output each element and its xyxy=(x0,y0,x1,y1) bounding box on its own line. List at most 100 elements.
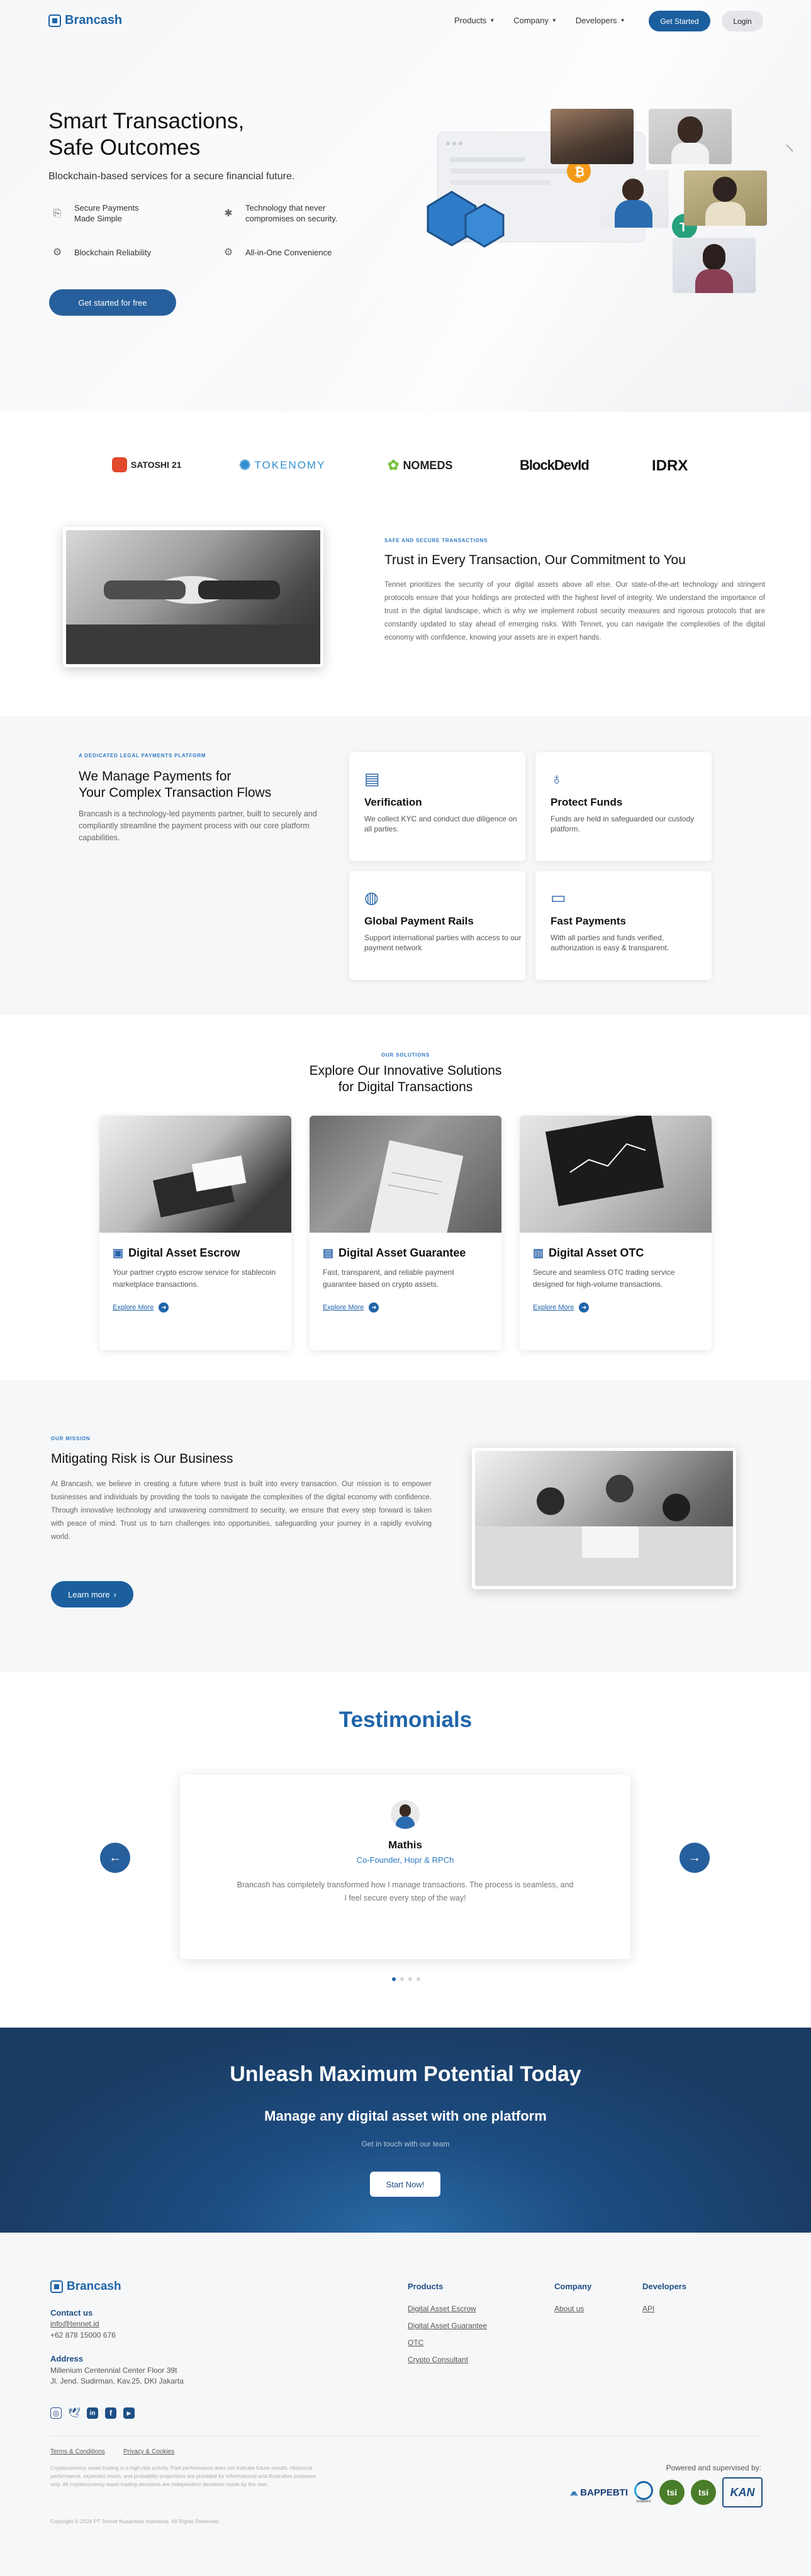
terms-link[interactable]: Terms & Conditions xyxy=(50,2448,105,2455)
partner-logo-idrx: IDRX xyxy=(652,457,688,475)
guarantee-photo xyxy=(310,1116,501,1233)
solutions-title-line2: for Digital Transactions xyxy=(338,1080,473,1094)
feature-line: All-in-One Convenience xyxy=(245,247,332,257)
badge-label: KAN xyxy=(730,2485,755,2499)
learn-more-label: Learn more xyxy=(68,1589,110,1599)
carousel-dot-active[interactable] xyxy=(392,1977,396,1981)
twitter-icon[interactable]: 🕊 xyxy=(68,2407,81,2419)
mission-title: Mitigating Risk is Our Business xyxy=(51,1452,233,1466)
escrow-icon: ▣ xyxy=(113,1246,124,1259)
card-desc: With all parties and funds verified, aut… xyxy=(551,933,669,952)
solution-title: Digital Asset Guarantee xyxy=(338,1246,466,1259)
login-button[interactable]: Login xyxy=(722,11,763,31)
user-photo xyxy=(684,170,767,226)
chevron-down-icon: ▼ xyxy=(620,18,625,23)
feature-card-protect-funds: ♁ Protect Funds Funds are held in safegu… xyxy=(535,752,712,861)
card-desc: Support international parties with acces… xyxy=(364,933,522,952)
get-started-button[interactable]: Get Started xyxy=(649,11,710,31)
shield-gear-icon: ✱ xyxy=(224,208,233,219)
testimonial-quote: Brancash has completely transformed how … xyxy=(237,1880,574,1902)
prev-testimonial-button[interactable]: ← xyxy=(100,1843,130,1873)
carousel-dot[interactable] xyxy=(400,1977,404,1981)
hero-subtitle: Blockchain-based services for a secure f… xyxy=(48,171,295,182)
footer-phone: +62 878 15000 676 xyxy=(50,2331,116,2340)
user-photo xyxy=(649,109,732,164)
main-nav: Products ▼ Company ▼ Developers ▼ xyxy=(454,16,625,25)
nav-products-label: Products xyxy=(454,16,487,25)
kominfo-logo: KOMINFO xyxy=(634,2481,653,2504)
cta-small-text: Get in touch with our team xyxy=(361,2140,450,2148)
card-title: Global Payment Rails xyxy=(364,915,474,927)
footer-link-guarantee[interactable]: Digital Asset Guarantee xyxy=(408,2321,487,2330)
guarantee-icon: ▤ xyxy=(323,1246,334,1259)
brand-logo-icon xyxy=(50,2280,63,2293)
footer-brand-logo[interactable]: Brancash xyxy=(50,2280,121,2294)
explore-more-label: Explore More xyxy=(533,1304,574,1311)
feature-card-fast-payments: ▭ Fast Payments With all parties and fun… xyxy=(535,871,712,980)
supervised-label: Powered and supervised by: xyxy=(666,2463,761,2472)
otc-photo-illustration xyxy=(545,1116,664,1206)
footer-link-escrow[interactable]: Digital Asset Escrow xyxy=(408,2304,476,2313)
chevron-right-icon: › xyxy=(113,1589,116,1599)
carousel-dot[interactable] xyxy=(417,1977,420,1981)
partner-logo-blockdevid: BlockDevId xyxy=(520,457,590,474)
bappebti-icon: ⩕ xyxy=(570,2487,578,2498)
otc-photo xyxy=(520,1116,712,1233)
badge-label: tsi xyxy=(666,2487,678,2497)
solution-card-otc: ▥ Digital Asset OTC Secure and seamless O… xyxy=(520,1116,712,1350)
privacy-link[interactable]: Privacy & Cookies xyxy=(123,2448,174,2455)
learn-more-button[interactable]: Learn more › xyxy=(51,1581,133,1607)
nav-developers[interactable]: Developers ▼ xyxy=(576,16,625,25)
testimonial-name: Mathis xyxy=(388,1839,422,1851)
hero-title-line2: Safe Outcomes xyxy=(48,135,201,160)
user-photo xyxy=(601,170,669,228)
mission-body: At Brancash, we believe in creating a fu… xyxy=(51,1480,432,1541)
card-title: Protect Funds xyxy=(551,796,623,808)
hero-cta-button[interactable]: Get started for free xyxy=(49,289,176,316)
footer-address-line2: Jl. Jend. Sudirman, Kav.25, DKI Jakarta xyxy=(50,2377,184,2385)
verification-icon: ▤ xyxy=(364,769,380,788)
solution-desc: Your partner crypto escrow service for s… xyxy=(113,1268,276,1289)
explore-more-label: Explore More xyxy=(113,1304,154,1311)
solution-title: Digital Asset OTC xyxy=(549,1246,644,1259)
card-desc: Funds are held in safeguarded our custod… xyxy=(551,814,695,833)
nomeds-icon: ✿ xyxy=(388,457,400,473)
badge-label: tsi xyxy=(698,2487,709,2497)
next-testimonial-button[interactable]: → xyxy=(680,1843,710,1873)
solutions-eyebrow: OUR SOLUTIONS xyxy=(381,1052,430,1058)
hero-feature: ⚙ All-in-One Convenience xyxy=(220,244,332,260)
carousel-dot[interactable] xyxy=(408,1977,412,1981)
hero-feature: ⎘ Secure Payments Made Simple xyxy=(49,203,139,224)
hero-feature: ⚙ Blockchain Reliability xyxy=(49,244,151,260)
tokenomy-icon: ✺ xyxy=(239,457,251,473)
linkedin-icon[interactable]: in xyxy=(87,2407,98,2419)
nav-developers-label: Developers xyxy=(575,16,617,25)
satoshi-icon xyxy=(112,457,127,472)
brand-logo[interactable]: Brancash xyxy=(48,13,122,28)
explore-more-link[interactable]: Explore More ➜ xyxy=(113,1302,169,1313)
solutions-title-line1: Explore Our Innovative Solutions xyxy=(309,1063,502,1078)
tsi-badge: tsi xyxy=(659,2480,685,2505)
manage-title-line1: We Manage Payments for xyxy=(79,769,232,784)
footer-link-consultant[interactable]: Crypto Consultant xyxy=(408,2355,468,2364)
guarantee-photo-illustration xyxy=(369,1140,464,1233)
nav-products[interactable]: Products ▼ xyxy=(454,16,495,25)
explore-more-link[interactable]: Explore More ➜ xyxy=(533,1302,590,1313)
footer-developers-heading: Developers xyxy=(642,2282,687,2291)
facebook-icon[interactable]: f xyxy=(105,2407,116,2419)
protect-funds-icon: ♁ xyxy=(551,769,563,788)
footer-email-link[interactable]: info@tennet.id xyxy=(50,2319,99,2328)
footer-link-api[interactable]: API xyxy=(642,2304,654,2313)
brand-name: Brancash xyxy=(65,13,123,27)
nav-company[interactable]: Company ▼ xyxy=(513,16,557,25)
partner-logo-tokenomy: ✺ TOKENOMY xyxy=(239,457,325,474)
youtube-icon[interactable]: ▶ xyxy=(123,2407,135,2419)
instagram-icon[interactable]: ◎ xyxy=(50,2407,62,2419)
explore-more-link[interactable]: Explore More ➜ xyxy=(323,1302,379,1313)
start-now-button[interactable]: Start Now! xyxy=(370,2172,440,2197)
partner-name: NOMEDS xyxy=(403,458,453,472)
footer-link-otc[interactable]: OTC xyxy=(408,2338,423,2347)
footer-link-about[interactable]: About us xyxy=(554,2304,584,2313)
chevron-down-icon: ▼ xyxy=(551,18,557,23)
partner-strip xyxy=(0,412,811,499)
